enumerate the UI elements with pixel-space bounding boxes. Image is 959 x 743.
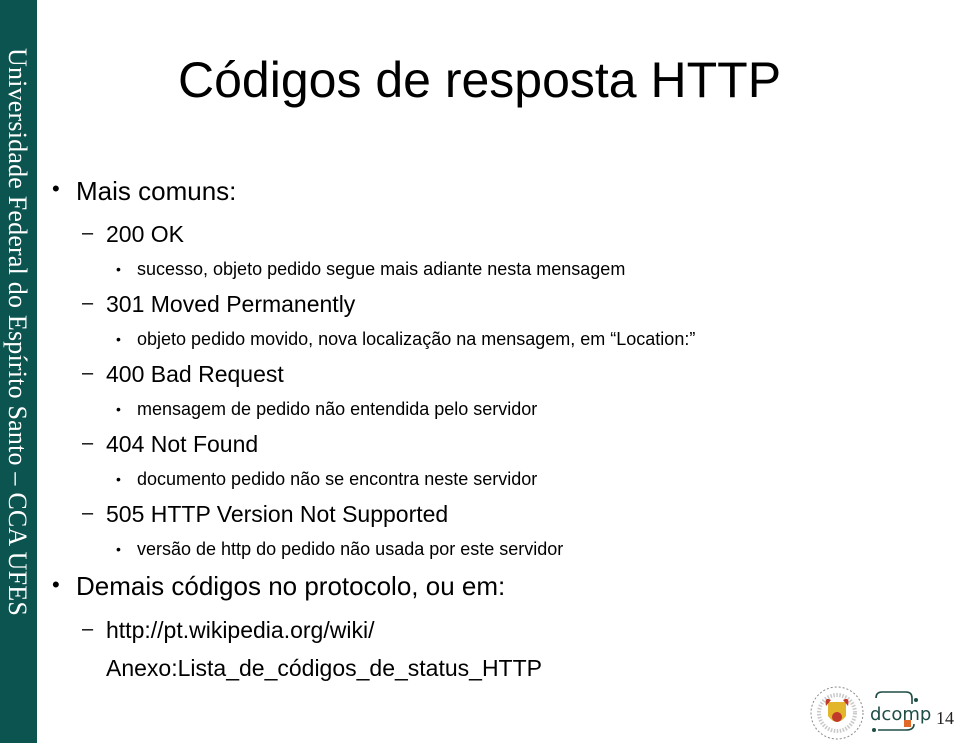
bullet-icon: • [116, 261, 121, 277]
code-505: 505 HTTP Version Not Supported [106, 501, 449, 527]
bullet-demais-codigos: Demais códigos no protocolo, ou em: [76, 571, 506, 601]
bullet-mais-comuns: Mais comuns: [76, 176, 237, 206]
detail-400: mensagem de pedido não entendida pelo se… [137, 399, 538, 419]
detail-404: documento pedido não se encontra neste s… [137, 469, 538, 489]
detail-301: objeto pedido movido, nova localização n… [137, 329, 696, 349]
institution-name: Universidade Federal do Espírito Santo –… [3, 48, 32, 617]
bullet-icon: • [116, 541, 121, 557]
bullet-icon: • [116, 401, 121, 417]
dash-icon: – [82, 432, 94, 454]
dash-icon: – [82, 222, 94, 244]
code-400: 400 Bad Request [106, 361, 284, 387]
svg-text:dcomp: dcomp [870, 704, 931, 725]
ufes-seal-logo [810, 686, 864, 740]
detail-200: sucesso, objeto pedido segue mais adiant… [137, 259, 626, 279]
dash-icon: – [82, 292, 94, 314]
sidebar-band: Universidade Federal do Espírito Santo –… [0, 0, 37, 743]
detail-505: versão de http do pedido não usada por e… [137, 539, 564, 559]
reference-link-line1[interactable]: http://pt.wikipedia.org/wiki/ [106, 617, 374, 644]
code-200: 200 OK [106, 221, 184, 247]
page-number: 14 [936, 708, 954, 728]
dcomp-logo: dcomp [870, 691, 931, 732]
bullet-icon: • [52, 572, 60, 597]
bullet-icon: • [52, 176, 60, 201]
code-404: 404 Not Found [106, 431, 259, 457]
bullet-icon: • [116, 331, 121, 347]
dash-icon: – [82, 502, 94, 524]
bullet-icon: • [116, 471, 121, 487]
dash-icon: – [82, 618, 94, 640]
slide-title: Códigos de resposta HTTP [178, 52, 782, 108]
reference-link-line2[interactable]: Anexo:Lista_de_códigos_de_status_HTTP [106, 655, 542, 682]
code-301: 301 Moved Permanently [106, 291, 356, 317]
dash-icon: – [82, 362, 94, 384]
